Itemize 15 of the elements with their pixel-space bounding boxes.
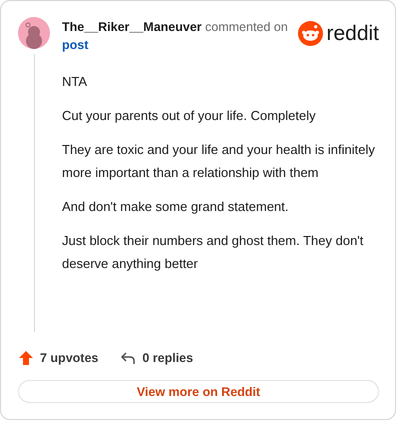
reply-arrow-icon[interactable] <box>120 350 136 366</box>
view-more-button[interactable]: View more on Reddit <box>18 380 379 403</box>
author-name[interactable]: The__Riker__Maneuver <box>62 20 202 34</box>
upvote-count: 7 upvotes <box>40 351 98 365</box>
comment-paragraph: And don't make some grand statement. <box>62 198 290 216</box>
comment-paragraph: Just block their numbers and ghost them. They don't deserve anything better <box>62 232 364 273</box>
comment-paragraph: NTA <box>62 73 88 91</box>
reddit-logo[interactable]: reddit <box>298 21 379 46</box>
avatar-icon <box>18 17 50 49</box>
comment-paragraph: They are toxic and your life and your health is infinitely more important than a relationship with them <box>62 141 376 182</box>
comment-action: commented on <box>205 20 288 34</box>
upvote-arrow-icon[interactable] <box>18 350 34 366</box>
reply-count: 0 replies <box>142 351 194 365</box>
comment-paragraph: Cut your parents out of your life. Completely <box>62 107 317 125</box>
post-link[interactable]: post <box>62 38 88 52</box>
